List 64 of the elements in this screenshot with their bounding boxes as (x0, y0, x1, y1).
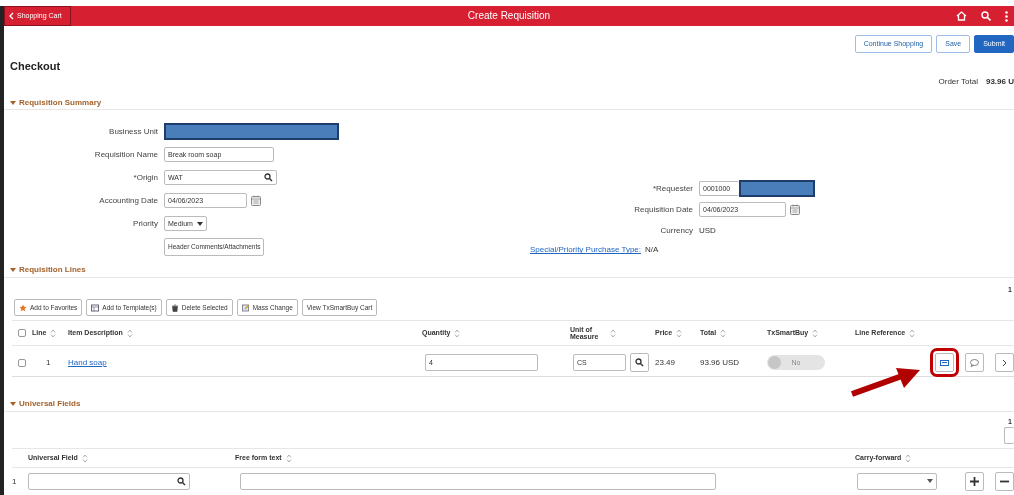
row-number: 1 (12, 476, 18, 487)
field-value: USD (699, 226, 716, 236)
field-label: Requisition Name (94, 150, 158, 160)
template-icon (91, 303, 100, 312)
window-title: Create Requisition (467, 10, 551, 21)
sort-icon (81, 453, 88, 463)
purchase-type-value: N/A (645, 245, 659, 255)
order-total-label: Order Total (938, 77, 978, 87)
search-icon (635, 358, 644, 368)
field-label: Business Unit (109, 127, 158, 137)
home-icon[interactable] (956, 11, 967, 21)
collapse-icon[interactable] (10, 99, 16, 106)
select-all-checkbox[interactable] (18, 329, 26, 338)
chevron-left-icon (9, 12, 14, 20)
sort-icon (126, 328, 133, 338)
collapse-icon[interactable] (10, 267, 16, 274)
details-icon (940, 359, 949, 366)
item-link[interactable]: Hand soap (68, 358, 107, 368)
search-icon[interactable] (264, 173, 273, 183)
sort-icon (285, 453, 292, 463)
sort-icon (610, 328, 616, 338)
sort-icon (454, 328, 461, 338)
caret-icon (196, 221, 203, 226)
sort-icon (50, 328, 57, 338)
section-title[interactable]: Requisition Summary (19, 97, 102, 108)
sort-icon (676, 328, 683, 338)
total-value: 93.96 USD (700, 358, 741, 368)
purchase-type-link[interactable]: Special/Priority Purchase Type: (530, 245, 641, 255)
caret-icon (927, 479, 933, 484)
input-field[interactable] (240, 472, 716, 490)
add-row-button[interactable] (965, 471, 984, 491)
sort-icon (720, 328, 727, 338)
line-number: 1 (45, 358, 52, 368)
calendar-icon[interactable] (790, 204, 800, 216)
field-label: Currency (660, 226, 693, 236)
field-label: Priority (133, 219, 158, 229)
field-label: *Origin (133, 173, 158, 183)
lookup-button[interactable] (630, 353, 649, 373)
edit-icon (241, 303, 250, 312)
price-value: 23.49 (655, 358, 677, 368)
section-title[interactable]: Universal Fields (19, 399, 81, 409)
row-checkbox[interactable] (18, 358, 26, 367)
sort-icon (812, 328, 819, 338)
menu-icon[interactable] (1005, 10, 1008, 22)
lookup-field[interactable] (28, 472, 190, 490)
chevron-right-icon (1002, 358, 1007, 367)
remove-row-button[interactable] (995, 471, 1014, 491)
minus-icon (1000, 479, 1009, 483)
comment-icon (970, 358, 979, 367)
section-title[interactable]: Requisition Lines (19, 265, 86, 275)
search-icon (177, 476, 186, 486)
sort-icon (909, 328, 916, 338)
trash-icon (170, 303, 179, 312)
calendar-icon[interactable] (251, 195, 261, 207)
plus-icon (970, 476, 979, 486)
field-label: Requisition Date (634, 205, 693, 215)
page-heading: Checkout (10, 60, 62, 74)
field-label: Accounting Date (99, 196, 158, 206)
collapse-icon[interactable] (10, 401, 16, 408)
sort-icon (905, 453, 912, 463)
field-label: *Requester (652, 184, 693, 194)
star-icon (19, 303, 27, 312)
comment-button[interactable] (965, 353, 984, 373)
order-total-value: 93.96 U (985, 77, 1014, 87)
